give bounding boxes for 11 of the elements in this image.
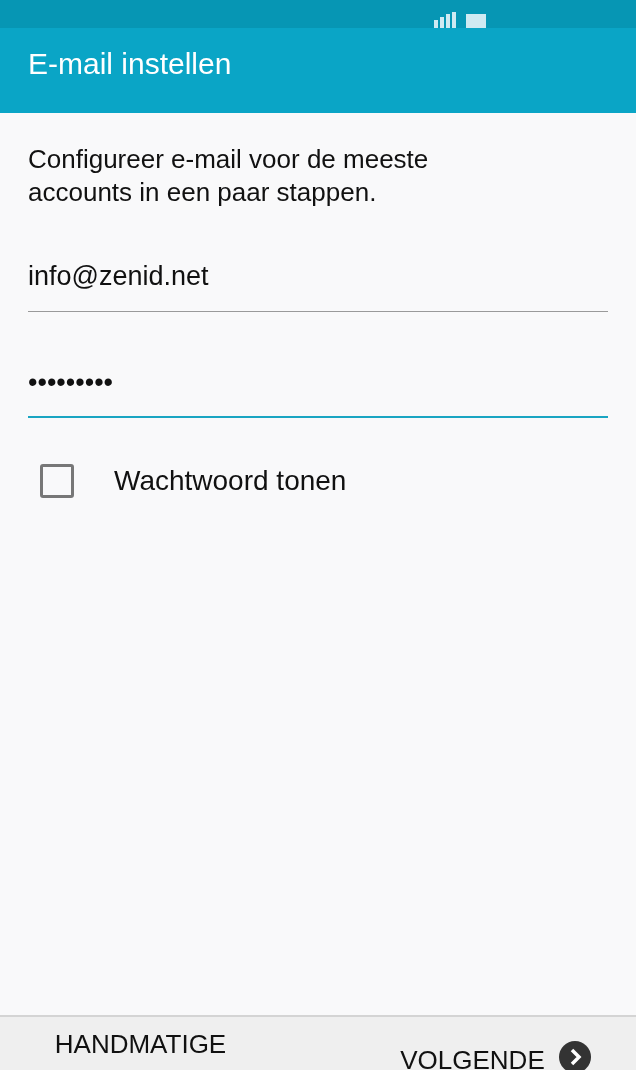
- battery-icon: [466, 14, 486, 28]
- email-field[interactable]: info@zenid.net: [28, 248, 608, 312]
- app-bar-title: E-mail instellen: [28, 46, 232, 82]
- manual-setup-button[interactable]: HANDMATIGE: [0, 1017, 281, 1070]
- chevron-right-icon: [558, 1041, 591, 1070]
- intro-text: Configureer e-mail voor de meeste accounts in een paar stappen.: [28, 143, 430, 208]
- password-field[interactable]: •••••••••: [28, 353, 608, 418]
- signal-icon: [432, 12, 456, 28]
- next-button[interactable]: VOLGENDE: [281, 1017, 636, 1070]
- checkbox-label[interactable]: Wachtwoord tonen: [114, 460, 347, 502]
- checkbox[interactable]: [40, 464, 74, 498]
